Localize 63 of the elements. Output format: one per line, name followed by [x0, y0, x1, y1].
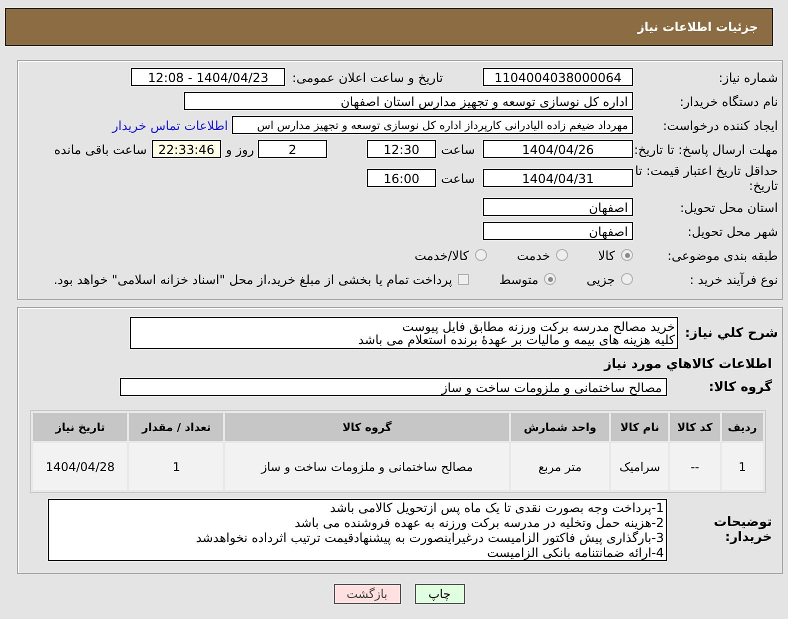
field-label: مهلت ارسال پاسخ: تا تاریخ: — [633, 142, 778, 156]
column-header: تاریخ نیاز — [33, 413, 128, 441]
table-cell: -- — [670, 443, 720, 490]
date-field: 1404/04/26 — [483, 140, 633, 158]
back-button[interactable]: بازگشت — [334, 584, 400, 604]
checkbox[interactable] — [458, 274, 470, 284]
field-label: شرح کلي نیاز: — [684, 326, 778, 340]
date-field: 1404/04/31 — [483, 169, 633, 187]
table-cell: مصالح ساختمانی و ملزومات ساخت و ساز — [225, 443, 509, 490]
column-header: ردیف — [722, 413, 763, 441]
city-field: اصفهان — [483, 222, 633, 240]
table-cell: 1404/04/28 — [33, 443, 128, 490]
option-label: کالا/خدمت — [414, 248, 469, 262]
radio-button[interactable] — [621, 249, 633, 261]
remaining-time-field: 22:33:46 — [152, 140, 221, 158]
time-field: 12:30 — [366, 140, 436, 158]
page-title: جزئیات اطلاعات نیاز — [637, 20, 758, 34]
column-header: واحد شمارش — [510, 413, 610, 441]
section-title: اطلاعات کالاهاي مورد نياز — [602, 357, 772, 372]
notes-box: 1-پرداخت وجه بصورت نقدی تا یک ماه پس ازتحویل کالامی باشد 2-هزینه حمل وتخلیه در مدرسه برکت ورزنه به عهده فروشنده می باشد 3-بارگذاری پیش فاکتور الزامیست درغیراینصورت به پیشنهادقیمت ترتیب اثرداده نخواهدشد 4-ارائه ضمانتنامه بانکی الزامیست — [48, 499, 667, 561]
field-label: نام دستگاه خریدار: — [678, 94, 778, 108]
field-label: طبقه بندی موضوعی: — [666, 248, 778, 262]
requester-field: مهرداد ضیغم زاده الیادرانی کارپرداز اداره کل نوسازی توسعه و تجهیز مدارس اس — [232, 116, 633, 134]
radio-button[interactable] — [621, 273, 633, 285]
table-cell: سرامیک — [611, 443, 668, 490]
radio-button[interactable] — [544, 273, 556, 285]
column-header: تعداد / مقدار — [129, 413, 224, 441]
goods-group-field: مصالح ساختمانی و ملزومات ساخت و ساز — [120, 378, 667, 396]
radio-button[interactable] — [556, 249, 568, 261]
field-label: نوع فرآیند خرید : — [688, 272, 778, 286]
option-label: کالا — [598, 248, 615, 262]
contact-link[interactable]: اطلاعات تماس خریدار — [112, 118, 228, 132]
field-label: تاریخ و ساعت اعلان عمومی: — [292, 70, 443, 84]
table-cell: متر مربع — [510, 443, 610, 490]
option-label: متوسط — [499, 272, 538, 286]
column-header: نام کالا — [611, 413, 668, 441]
time-label: ساعت — [440, 142, 475, 156]
table-cell: 1 — [722, 443, 763, 490]
column-header: گروه کالا — [225, 413, 509, 441]
province-field: اصفهان — [483, 198, 633, 216]
field-label: شماره نیاز: — [718, 70, 778, 84]
table-cell: 1 — [129, 443, 224, 490]
buyer-field: اداره کل نوسازی توسعه و تجهیز مدارس استان اصفهان — [184, 92, 633, 110]
announce-date-field: 1404/04/23 - 12:08 — [131, 68, 286, 86]
need-number-field: 1104004038000064 — [483, 68, 633, 86]
print-button[interactable]: چاپ — [414, 584, 464, 604]
field-label: ایجاد کننده درخواست: — [662, 118, 778, 132]
remaining-label: ساعت باقی مانده — [54, 142, 147, 156]
time-field: 16:00 — [366, 169, 436, 187]
days-field: 2 — [258, 140, 327, 158]
field-label: شهر محل تحویل: — [686, 224, 778, 238]
field-label: استان محل تحویل: — [678, 200, 778, 214]
days-label: روز و — [226, 142, 254, 156]
option-label: خدمت — [516, 248, 550, 262]
option-label: جزیی — [586, 272, 615, 286]
time-label: ساعت — [440, 170, 475, 186]
radio-button[interactable] — [474, 249, 487, 261]
field-label: حداقل تاریخ اعتبار قیمت: تا تاریخ: — [634, 163, 778, 193]
checkbox-label: پرداخت تمام یا بخشی از مبلغ خرید،از محل "اسناد خزانه اسلامی" خواهد بود. — [54, 272, 452, 286]
field-label: توضیحات خریدار: — [712, 515, 772, 545]
description-box: خرید مصالح مدرسه برکت ورزنه مطابق فایل پیوست کلیه هزینه های بیمه و مالیات بر عهدهٔ برنده استعلام می باشد — [130, 317, 678, 349]
field-label: گروه کالا: — [708, 380, 772, 394]
column-header: کد کالا — [670, 413, 720, 441]
